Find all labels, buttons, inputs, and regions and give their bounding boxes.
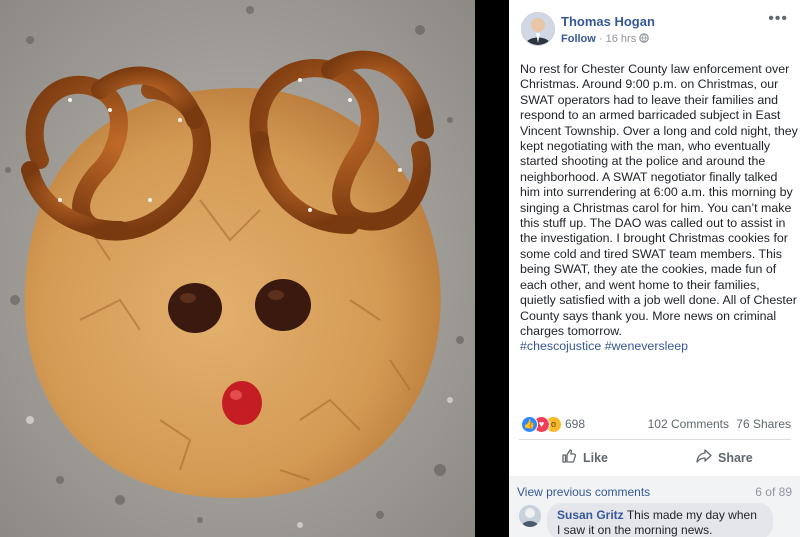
person-icon (522, 13, 554, 45)
post-body: No rest for Chester County law enforceme… (520, 62, 798, 338)
comment-author[interactable]: Susan Gritz (557, 508, 624, 522)
post-meta: Follow · 16 hrs (561, 33, 650, 45)
post-stats: 👍 ♥ o 698 102 Comments 76 Shares (521, 416, 791, 434)
post-time[interactable]: 16 hrs (606, 33, 637, 45)
post-panel: Thomas Hogan Follow · 16 hrs ••• No rest… (509, 0, 800, 537)
author-avatar[interactable] (521, 12, 555, 46)
post-header: Thomas Hogan Follow · 16 hrs ••• (509, 0, 800, 60)
globe-icon (639, 33, 650, 45)
person-icon (519, 505, 541, 527)
meta-separator: · (598, 33, 606, 45)
follow-link[interactable]: Follow (561, 33, 596, 45)
comments-section: View previous comments 6 of 89 Susan Gri… (509, 476, 800, 537)
reaction-count[interactable]: 698 (565, 417, 585, 431)
post-hashtags[interactable]: #chescojustice #weneversleep (520, 339, 688, 353)
like-button[interactable]: Like (561, 448, 608, 467)
more-options-icon[interactable]: ••• (768, 10, 788, 28)
comments-pager: 6 of 89 (755, 485, 792, 499)
like-label: Like (583, 450, 609, 465)
comments-count[interactable]: 102 Comments (648, 417, 729, 431)
post-photo[interactable] (0, 0, 475, 537)
author-name[interactable]: Thomas Hogan (561, 14, 655, 29)
thumbs-up-icon (561, 448, 577, 467)
like-reaction-icon: 👍 (521, 416, 538, 433)
divider (519, 439, 791, 440)
shares-count[interactable]: 76 Shares (736, 417, 791, 431)
view-previous-comments-link[interactable]: View previous comments (517, 485, 650, 499)
post-text: No rest for Chester County law enforceme… (520, 62, 798, 355)
commenter-avatar[interactable] (519, 505, 541, 527)
reindeer-cookie-image (0, 0, 475, 537)
share-button[interactable]: Share (696, 448, 753, 467)
share-label: Share (718, 450, 753, 465)
comment-bubble: Susan Gritz This made my day when I saw … (547, 503, 773, 537)
share-arrow-icon (696, 448, 712, 467)
